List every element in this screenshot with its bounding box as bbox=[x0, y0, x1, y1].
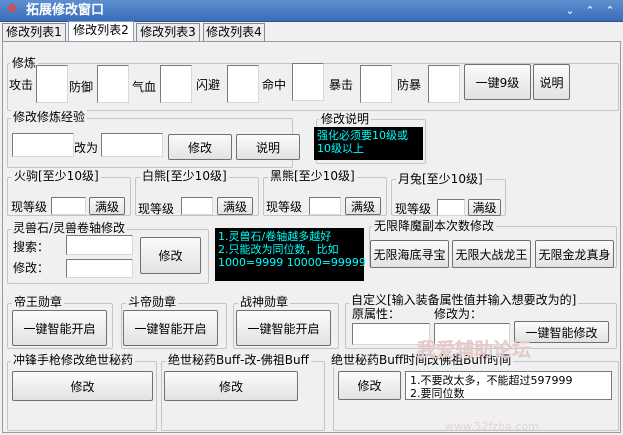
tab-list-3[interactable]: 修改列表3 bbox=[136, 23, 200, 42]
hit-input[interactable] bbox=[292, 63, 324, 101]
critdef-input[interactable] bbox=[428, 65, 460, 103]
custom-title: 自定义[输入装备属性值并输入想要改为的] bbox=[349, 293, 579, 307]
minimize-icon[interactable]: ⌃ bbox=[583, 4, 597, 18]
secret-title-gun: 冲锋手枪修改绝世秘药 bbox=[11, 353, 136, 367]
tab-list-2[interactable]: 修改列表2 bbox=[68, 21, 134, 42]
pet-title-blackbear: 黑熊[至少10级] bbox=[268, 169, 357, 183]
dodge-label: 闪避 bbox=[196, 78, 221, 92]
menu-icon[interactable]: ⌄ bbox=[563, 4, 577, 18]
dodge-input[interactable] bbox=[227, 65, 259, 103]
pet-level-input-blackbear[interactable] bbox=[309, 197, 341, 215]
pet-max-button-fire[interactable]: 满级 bbox=[89, 197, 125, 215]
attack-label: 攻击 bbox=[9, 78, 34, 92]
infinite-button-1[interactable]: 无限海底寻宝 bbox=[370, 240, 449, 268]
medal-title-douti: 斗帝勋章 bbox=[126, 295, 179, 309]
pet-max-button-moonrabbit[interactable]: 满级 bbox=[468, 199, 501, 216]
window-title: 拓展修改窗口 bbox=[26, 3, 105, 18]
dragon-icon: ❖ bbox=[6, 2, 18, 17]
crit-input[interactable] bbox=[360, 65, 392, 103]
custom-orig-label: 原属性： bbox=[352, 307, 401, 321]
pet-title-moonrabbit: 月兔[至少10级] bbox=[396, 172, 485, 186]
medal-button-wargod[interactable]: 一键智能开启 bbox=[236, 310, 331, 346]
secret-title-buff: 绝世秘药Buff-改-佛祖Buff bbox=[166, 353, 311, 367]
stone-modify-button[interactable]: 修改 bbox=[140, 237, 201, 274]
modify-note-line-1: 强化必须要10级或 bbox=[317, 129, 408, 142]
xiulian-max-button[interactable]: 一键9级 bbox=[464, 64, 531, 100]
tab-strip: 修改列表1 修改列表2 修改列表3 修改列表4 bbox=[0, 21, 623, 42]
infinite-button-2[interactable]: 无限大战龙王 bbox=[452, 240, 531, 268]
medal-title-wargod: 战神勋章 bbox=[238, 295, 291, 309]
exp-title: 修改修炼经验 bbox=[11, 110, 88, 124]
attack-input[interactable] bbox=[36, 65, 68, 103]
pet-cur-label-whitebear: 现等级 bbox=[138, 202, 175, 216]
watermark-url: www.52fzba.com bbox=[445, 420, 539, 433]
modify-note-text: 强化必须要10级或 10级以上 bbox=[314, 127, 423, 160]
infinite-button-3[interactable]: 无限金龙真身 bbox=[535, 240, 614, 268]
pet-cur-label-moonrabbit: 现等级 bbox=[395, 202, 432, 216]
exp-modify-button[interactable]: 修改 bbox=[168, 134, 232, 160]
hit-label: 命中 bbox=[262, 78, 287, 92]
medal-title-emperor: 帝王勋章 bbox=[12, 295, 65, 309]
pet-level-input-whitebear[interactable] bbox=[181, 197, 213, 215]
tab-panel: 修炼 攻击 防御 气血 闪避 命中 暴击 防暴 一键9级 说明 修改修炼经验 改… bbox=[2, 41, 621, 433]
critdef-label: 防暴 bbox=[397, 78, 422, 92]
pet-cur-label-blackbear: 现等级 bbox=[266, 200, 303, 214]
exp-current-input[interactable] bbox=[12, 133, 74, 157]
pet-title-whitebear: 白熊[至少10级] bbox=[140, 169, 229, 183]
exp-help-button[interactable]: 说明 bbox=[236, 134, 300, 160]
modify-note-line-2: 10级以上 bbox=[317, 142, 364, 155]
buff-note-line-1: 1.不要改太多，不能超过597999 bbox=[410, 374, 573, 387]
watermark-logo: 我爱辅助论坛 bbox=[417, 339, 532, 361]
stone-search-input[interactable] bbox=[66, 235, 133, 255]
medal-button-douti[interactable]: 一键智能开启 bbox=[123, 310, 218, 346]
pet-title-fire: 火驹[至少10级] bbox=[12, 169, 101, 183]
stone-note-line-1: 1.灵兽石/卷轴越多越好 bbox=[218, 230, 332, 243]
crit-label: 暴击 bbox=[329, 78, 354, 92]
buff-note-line-2: 2.要同位数 bbox=[410, 387, 465, 400]
stone-search-label: 搜索： bbox=[13, 240, 50, 254]
hp-input[interactable] bbox=[160, 65, 192, 103]
buff-time-note: 1.不要改太多，不能超过597999 2.要同位数 bbox=[405, 371, 612, 400]
secret-button-gun[interactable]: 修改 bbox=[12, 371, 153, 401]
exp-to-label: 改为 bbox=[74, 141, 99, 155]
xiulian-help-button[interactable]: 说明 bbox=[533, 64, 570, 100]
medal-button-emperor[interactable]: 一键智能开启 bbox=[12, 310, 107, 346]
tab-list-4[interactable]: 修改列表4 bbox=[203, 23, 265, 42]
hp-label: 气血 bbox=[132, 80, 157, 94]
defense-label: 防御 bbox=[69, 80, 94, 94]
stone-note-text: 1.灵兽石/卷轴越多越好 2.只能改为同位数，比如 1000=9999 1000… bbox=[215, 228, 366, 281]
close-icon[interactable]: ⌃ bbox=[603, 4, 617, 18]
tab-list-1[interactable]: 修改列表1 bbox=[2, 23, 66, 42]
modify-note-title: 修改说明 bbox=[319, 112, 372, 126]
secret-button-buff[interactable]: 修改 bbox=[164, 371, 298, 401]
stone-note-line-3: 1000=9999 10000=99999 bbox=[218, 256, 366, 269]
stone-modify-label: 修改： bbox=[13, 261, 50, 275]
exp-target-input[interactable] bbox=[101, 133, 163, 157]
stone-title: 灵兽石/灵兽卷轴修改 bbox=[11, 221, 128, 235]
pet-max-button-whitebear[interactable]: 满级 bbox=[217, 197, 253, 215]
infinite-title: 无限降魔副本次数修改 bbox=[372, 219, 497, 233]
buff-time-button[interactable]: 修改 bbox=[338, 371, 401, 400]
stone-note-line-2: 2.只能改为同位数，比如 bbox=[218, 243, 339, 256]
xiulian-title: 修炼 bbox=[10, 56, 39, 70]
pet-level-input-fire[interactable] bbox=[51, 197, 86, 215]
defense-input[interactable] bbox=[97, 65, 129, 103]
pet-cur-label-fire: 现等级 bbox=[11, 200, 48, 214]
pet-level-input-moonrabbit[interactable] bbox=[437, 199, 465, 216]
stone-modify-input[interactable] bbox=[66, 259, 133, 278]
pet-max-button-blackbear[interactable]: 满级 bbox=[345, 197, 381, 215]
title-bar: ❖ 拓展修改窗口 ⌄ ⌃ ⌃ bbox=[0, 0, 623, 22]
custom-to-label: 修改为： bbox=[434, 307, 483, 321]
